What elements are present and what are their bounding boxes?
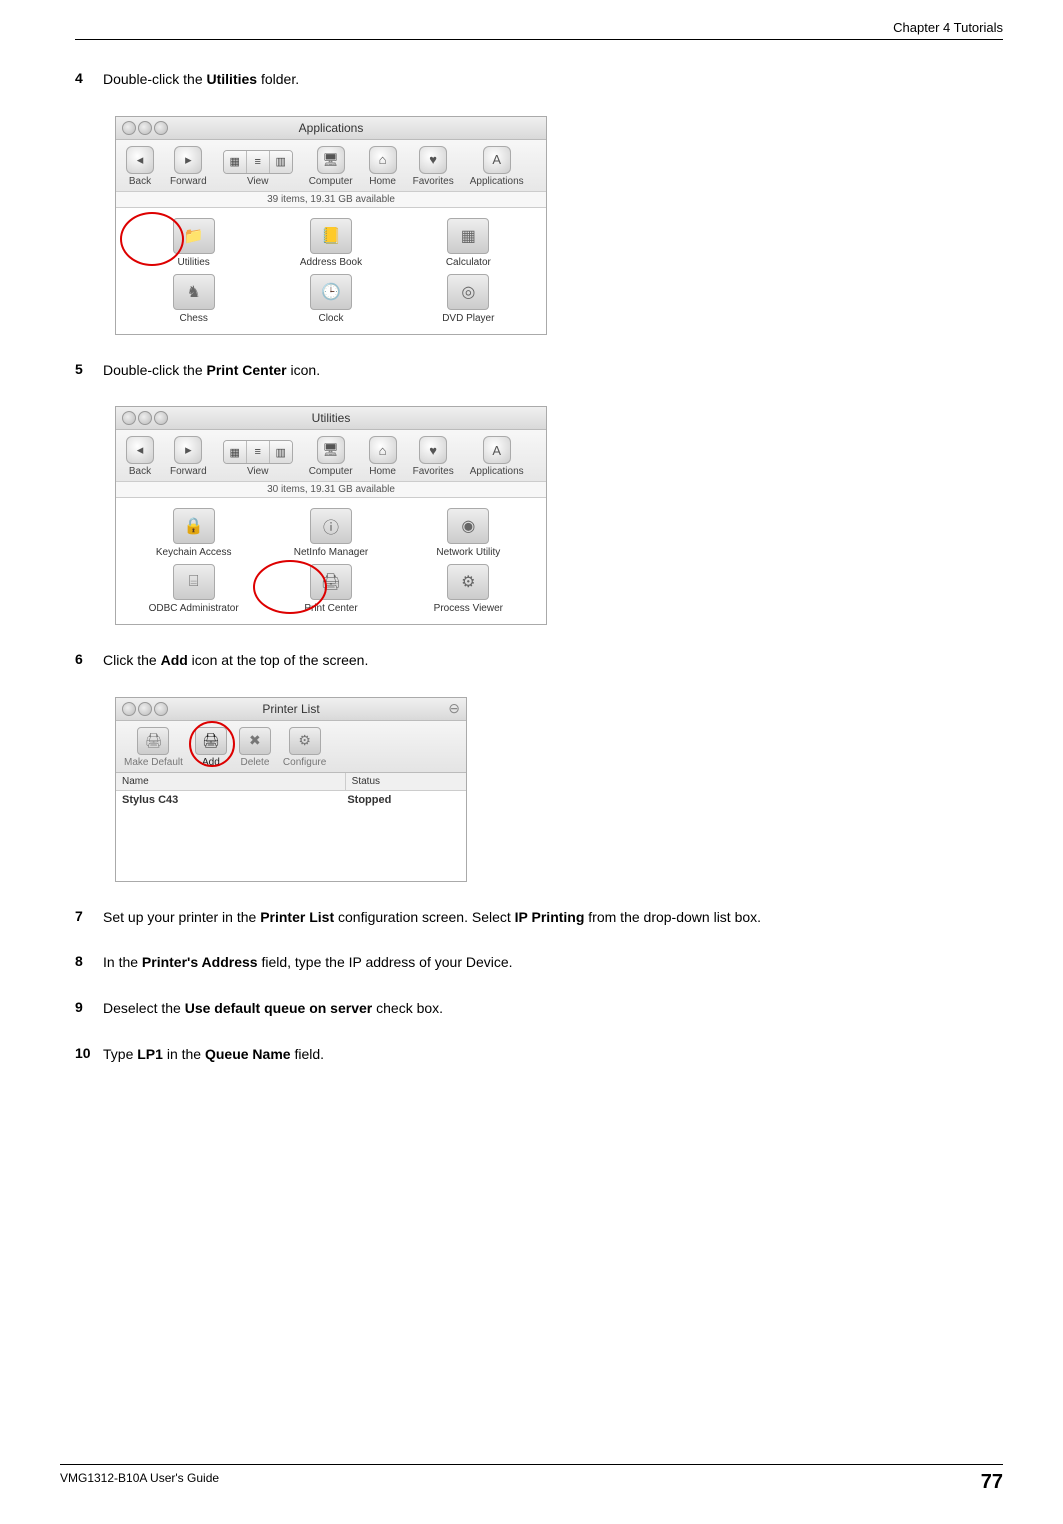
step-text: Double-click the Utilities folder. bbox=[103, 70, 299, 90]
finder-applications-screenshot: Applications ◂Back ▸Forward ▦≡▥View 🖥Com… bbox=[115, 116, 547, 335]
page-footer: VMG1312-B10A User's Guide 77 bbox=[60, 1464, 1003, 1494]
delete-button: ✖Delete bbox=[239, 727, 271, 768]
finder-toolbar: ◂Back ▸Forward ▦≡▥View 🖥Computer ⌂Home ♥… bbox=[116, 140, 546, 192]
folder-utilities[interactable]: 📁 Utilities bbox=[130, 218, 257, 268]
step-8: 8 In the Printer's Address field, type t… bbox=[75, 953, 1003, 973]
app-process-viewer[interactable]: ⚙Process Viewer bbox=[405, 564, 532, 614]
app-icon: ◉ bbox=[447, 508, 489, 544]
status-strip: 39 items, 19.31 GB available bbox=[116, 192, 546, 208]
highlight-circle bbox=[120, 212, 184, 266]
step-text: Double-click the Print Center icon. bbox=[103, 361, 320, 381]
status-strip: 30 items, 19.31 GB available bbox=[116, 482, 546, 498]
page-header: Chapter 4 Tutorials bbox=[75, 20, 1003, 40]
chapter-label: Chapter 4 Tutorials bbox=[893, 20, 1003, 35]
step-4: 4 Double-click the Utilities folder. bbox=[75, 70, 1003, 90]
step-5: 5 Double-click the Print Center icon. bbox=[75, 361, 1003, 381]
step-text: Set up your printer in the Printer List … bbox=[103, 908, 761, 928]
step-number: 7 bbox=[75, 908, 103, 924]
table-headers: Name Status bbox=[116, 773, 466, 791]
app-print-center[interactable]: 🖨 Print Center bbox=[267, 564, 394, 614]
col-status[interactable]: Status bbox=[346, 773, 466, 790]
computer-button[interactable]: 🖥Computer bbox=[309, 146, 353, 187]
back-button[interactable]: ◂Back bbox=[126, 146, 154, 187]
forward-button[interactable]: ▸Forward bbox=[170, 436, 207, 477]
step-number: 9 bbox=[75, 999, 103, 1015]
app-icon: ⓘ bbox=[310, 508, 352, 544]
printer-list-toolbar: 🖨Make Default 🖨Add ✖Delete ⚙Configure bbox=[116, 721, 466, 773]
app-network-utility[interactable]: ◉Network Utility bbox=[405, 508, 532, 558]
configure-button: ⚙Configure bbox=[283, 727, 326, 768]
window-titlebar: Printer List ⊖ bbox=[116, 698, 466, 721]
window-titlebar: Applications bbox=[116, 117, 546, 140]
app-clock[interactable]: 🕒Clock bbox=[267, 274, 394, 324]
step-number: 10 bbox=[75, 1045, 103, 1061]
table-body: Stylus C43 Stopped bbox=[116, 791, 466, 881]
app-dvd-player[interactable]: ◎DVD Player bbox=[405, 274, 532, 324]
favorites-button[interactable]: ♥Favorites bbox=[413, 436, 454, 477]
step-number: 6 bbox=[75, 651, 103, 667]
guide-title: VMG1312-B10A User's Guide bbox=[60, 1471, 219, 1494]
step-number: 5 bbox=[75, 361, 103, 377]
window-title: Printer List bbox=[116, 702, 466, 716]
add-button[interactable]: 🖨Add bbox=[195, 727, 227, 768]
app-icon: ▦ bbox=[447, 218, 489, 254]
printer-status: Stopped bbox=[347, 794, 460, 806]
window-titlebar: Utilities bbox=[116, 407, 546, 430]
step-number: 8 bbox=[75, 953, 103, 969]
home-button[interactable]: ⌂Home bbox=[369, 436, 397, 477]
finder-toolbar: ◂Back ▸Forward ▦≡▥View 🖥Computer ⌂Home ♥… bbox=[116, 430, 546, 482]
favorites-button[interactable]: ♥Favorites bbox=[413, 146, 454, 187]
app-chess[interactable]: ♞Chess bbox=[130, 274, 257, 324]
step-text: Type LP1 in the Queue Name field. bbox=[103, 1045, 324, 1065]
app-icon: ⚙ bbox=[447, 564, 489, 600]
step-9: 9 Deselect the Use default queue on serv… bbox=[75, 999, 1003, 1019]
home-button[interactable]: ⌂Home bbox=[369, 146, 397, 187]
make-default-button: 🖨Make Default bbox=[124, 727, 183, 768]
view-switcher[interactable]: ▦≡▥View bbox=[223, 150, 293, 187]
app-icon: 🕒 bbox=[310, 274, 352, 310]
icon-grid: 🔒Keychain Access ⓘNetInfo Manager ◉Netwo… bbox=[116, 498, 546, 624]
page-number: 77 bbox=[981, 1471, 1003, 1494]
app-address-book[interactable]: 📒Address Book bbox=[267, 218, 394, 268]
step-text: Click the Add icon at the top of the scr… bbox=[103, 651, 368, 671]
step-number: 4 bbox=[75, 70, 103, 86]
applications-button[interactable]: AApplications bbox=[470, 436, 524, 477]
computer-button[interactable]: 🖥Computer bbox=[309, 436, 353, 477]
printer-name: Stylus C43 bbox=[122, 794, 347, 806]
app-calculator[interactable]: ▦Calculator bbox=[405, 218, 532, 268]
highlight-circle bbox=[189, 721, 235, 767]
app-icon: 🔒 bbox=[173, 508, 215, 544]
app-odbc-administrator[interactable]: ⌸ODBC Administrator bbox=[130, 564, 257, 614]
step-text: Deselect the Use default queue on server… bbox=[103, 999, 443, 1019]
icon-grid: 📁 Utilities 📒Address Book ▦Calculator ♞C… bbox=[116, 208, 546, 334]
step-7: 7 Set up your printer in the Printer Lis… bbox=[75, 908, 1003, 928]
app-icon: ◎ bbox=[447, 274, 489, 310]
applications-button[interactable]: AApplications bbox=[470, 146, 524, 187]
view-switcher[interactable]: ▦≡▥View bbox=[223, 440, 293, 477]
app-icon: ⌸ bbox=[173, 564, 215, 600]
step-6: 6 Click the Add icon at the top of the s… bbox=[75, 651, 1003, 671]
app-netinfo-manager[interactable]: ⓘNetInfo Manager bbox=[267, 508, 394, 558]
window-title: Applications bbox=[116, 121, 546, 135]
app-keychain-access[interactable]: 🔒Keychain Access bbox=[130, 508, 257, 558]
printer-list-screenshot: Printer List ⊖ 🖨Make Default 🖨Add ✖Delet… bbox=[115, 697, 467, 882]
app-icon: ♞ bbox=[173, 274, 215, 310]
table-row[interactable]: Stylus C43 Stopped bbox=[116, 791, 466, 809]
step-text: In the Printer's Address field, type the… bbox=[103, 953, 513, 973]
back-button[interactable]: ◂Back bbox=[126, 436, 154, 477]
window-title: Utilities bbox=[116, 411, 546, 425]
step-10: 10 Type LP1 in the Queue Name field. bbox=[75, 1045, 1003, 1065]
app-icon: 📒 bbox=[310, 218, 352, 254]
forward-button[interactable]: ▸Forward bbox=[170, 146, 207, 187]
col-name[interactable]: Name bbox=[116, 773, 346, 790]
finder-utilities-screenshot: Utilities ◂Back ▸Forward ▦≡▥View 🖥Comput… bbox=[115, 406, 547, 625]
